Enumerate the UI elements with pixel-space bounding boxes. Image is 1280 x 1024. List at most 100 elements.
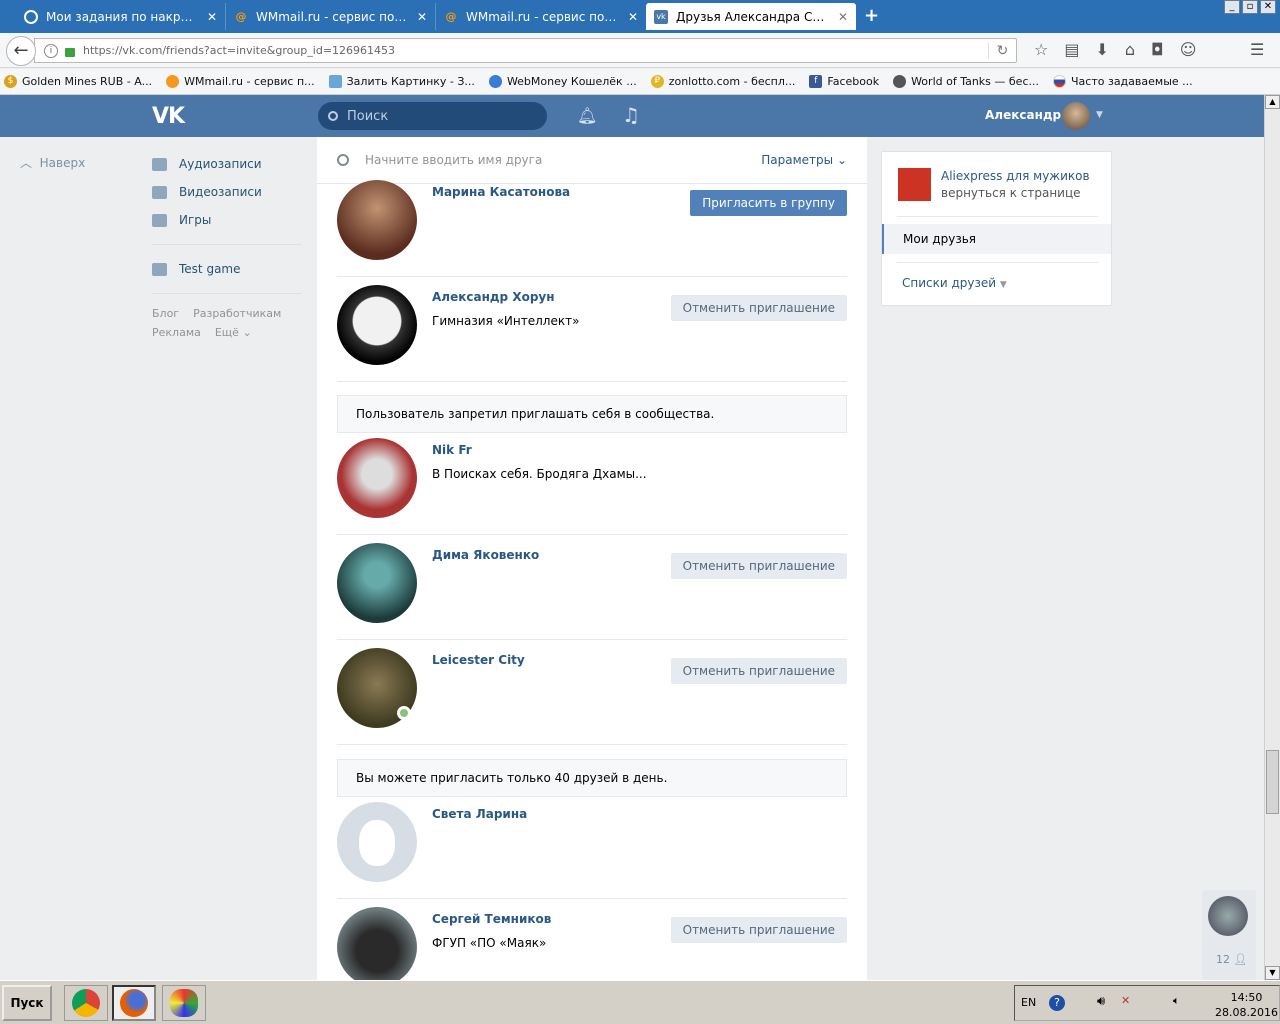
scrollbar-thumb[interactable]	[1266, 750, 1279, 814]
home-icon[interactable]: ⌂	[1125, 40, 1135, 59]
divider	[897, 262, 1098, 263]
close-tab-icon[interactable]: ✕	[838, 10, 848, 24]
chrome-taskbar-app[interactable]	[64, 985, 108, 1021]
menu-item-games[interactable]: Игры	[152, 206, 302, 234]
help-icon[interactable]: ?	[1049, 995, 1065, 1011]
back-button-icon[interactable]: ←	[6, 36, 36, 66]
language-indicator[interactable]: EN	[1021, 996, 1036, 1009]
friend-name[interactable]: Сергей Темников	[432, 912, 551, 926]
avatar[interactable]	[337, 907, 417, 980]
avatar[interactable]	[1208, 896, 1248, 936]
firefox-icon	[120, 989, 148, 1017]
close-tab-icon[interactable]: ✕	[628, 10, 638, 24]
user-name[interactable]: Александр	[985, 108, 1061, 122]
minimize-icon[interactable]: _	[1224, 0, 1240, 14]
avatar[interactable]	[337, 543, 417, 623]
divider	[897, 216, 1098, 217]
chat-widget[interactable]: 12 👤︎	[1202, 890, 1256, 980]
scroll-up-arrow-icon[interactable]: ▲	[1265, 95, 1280, 109]
chevron-down-icon[interactable]: ▼	[1096, 110, 1103, 120]
divider	[152, 293, 302, 294]
footer-link[interactable]: Блог	[152, 307, 179, 320]
info-icon[interactable]: i	[44, 43, 58, 58]
browser-tab[interactable]: @ WMmail.ru - сервис почтовы... ✕	[226, 3, 436, 30]
menu-item-app[interactable]: Test game	[152, 255, 302, 283]
bookmark-item[interactable]: WMmail.ru - сервис п...	[166, 75, 315, 88]
close-window-icon[interactable]: ✕	[1260, 0, 1276, 14]
url-text[interactable]: https://vk.com/friends?act=invite&group_…	[83, 44, 988, 57]
bookmark-item[interactable]: ₽ zonlotto.com - беспл...	[650, 75, 795, 88]
bell-icon[interactable]: 🔔︎	[577, 106, 597, 125]
menu-item-audio[interactable]: Аудиозаписи	[152, 150, 302, 178]
paint-taskbar-app[interactable]	[162, 985, 206, 1021]
avatar[interactable]	[337, 802, 417, 882]
vk-search-input[interactable]: Поиск	[318, 102, 547, 130]
browser-tab[interactable]: @ WMmail.ru - сервис почтовы... ✕	[436, 3, 646, 30]
cancel-invite-button[interactable]: Отменить приглашение	[670, 295, 847, 321]
friend-name[interactable]: Марина Касатонова	[432, 185, 570, 199]
close-tab-icon[interactable]: ✕	[207, 10, 217, 24]
bookmark-item[interactable]: Залить Картинку - З...	[328, 75, 475, 88]
app-icon	[152, 262, 167, 276]
friend-row: Leicester City Отменить приглашение	[337, 640, 847, 745]
bookmark-item[interactable]: Часто задаваемые ...	[1053, 75, 1193, 88]
film-icon	[152, 185, 167, 199]
menu-item-video[interactable]: Видеозаписи	[152, 178, 302, 206]
friend-name[interactable]: Александр Хорун	[432, 290, 555, 304]
firefox-taskbar-app[interactable]	[112, 985, 156, 1021]
friend-name[interactable]: Дима Яковенко	[432, 548, 539, 562]
scroll-up-button[interactable]: ︿ Наверх	[20, 154, 85, 171]
gamepad-icon	[152, 213, 167, 227]
chat-icon[interactable]: ☺	[1180, 40, 1197, 59]
network-icon[interactable]: ✕	[1121, 994, 1130, 1007]
download-icon[interactable]: ⬇	[1095, 40, 1108, 59]
lock-icon	[65, 48, 75, 57]
close-tab-icon[interactable]: ✕	[417, 10, 427, 24]
bookmark-item[interactable]: World of Tanks — бес...	[893, 75, 1039, 88]
bookmark-item[interactable]: f Facebook	[809, 75, 879, 88]
friend-name[interactable]: Leicester City	[432, 653, 525, 667]
cancel-invite-button[interactable]: Отменить приглашение	[670, 658, 847, 684]
page-scrollbar[interactable]: ▲ ▼	[1264, 95, 1280, 980]
group-back-link[interactable]: вернуться к странице	[941, 186, 1081, 200]
clock-date: 28.08.2016	[1215, 1006, 1278, 1019]
tab-my-friends[interactable]: Мои друзья	[882, 224, 1111, 254]
music-icon[interactable]: ♫	[622, 103, 640, 127]
avatar[interactable]	[1062, 102, 1090, 130]
menu-icon[interactable]: ☰	[1250, 40, 1264, 59]
reload-icon[interactable]: ↻	[988, 42, 1016, 59]
clock[interactable]: 14:50 28.08.2016	[1215, 990, 1278, 1020]
vk-logo-icon[interactable]: VK	[152, 104, 185, 129]
scroll-down-arrow-icon[interactable]: ▼	[1265, 966, 1280, 980]
speaker-icon[interactable]: 🔈︎	[1173, 994, 1180, 1008]
avatar[interactable]	[337, 180, 417, 260]
footer-link[interactable]: Ещё	[215, 326, 239, 339]
group-icon[interactable]	[898, 168, 931, 201]
restore-icon[interactable]: ▫	[1242, 0, 1258, 14]
pocket-icon[interactable]: ◘	[1151, 40, 1164, 59]
friend-name[interactable]: Света Ларина	[432, 807, 527, 821]
params-dropdown[interactable]: Параметры ⌄	[761, 153, 847, 167]
friend-lists-dropdown[interactable]: Списки друзей ▼	[902, 276, 1007, 290]
bookmark-item[interactable]: $ Golden Mines RUB - A...	[4, 75, 152, 88]
cancel-invite-button[interactable]: Отменить приглашение	[670, 917, 847, 943]
invite-button[interactable]: Пригласить в группу	[690, 190, 847, 216]
friend-name[interactable]: Nik Fr	[432, 443, 472, 457]
avatar[interactable]	[337, 438, 417, 518]
footer-link[interactable]: Разработчикам	[193, 307, 281, 320]
group-title-link[interactable]: Aliexpress для мужиков	[941, 169, 1090, 183]
address-bar[interactable]: i https://vk.com/friends?act=invite&grou…	[34, 38, 1017, 63]
bookmark-item[interactable]: WebMoney Кошелёк ...	[488, 75, 637, 88]
new-tab-icon[interactable]: +	[864, 5, 879, 26]
footer-link[interactable]: Реклама	[152, 326, 201, 339]
bookmark-star-icon[interactable]: ☆	[1034, 40, 1048, 59]
volume-icon[interactable]: 🔊︎	[1097, 994, 1105, 1009]
start-button[interactable]: Пуск	[2, 985, 52, 1021]
browser-tab[interactable]: Мои задания по накрутке ✕	[16, 3, 226, 30]
reading-list-icon[interactable]: ▤	[1064, 40, 1079, 59]
cancel-invite-button[interactable]: Отменить приглашение	[670, 553, 847, 579]
tab-title: WMmail.ru - сервис почтовы...	[466, 9, 620, 24]
tab-title: Друзья Александра Свибол...	[676, 9, 830, 24]
avatar[interactable]	[337, 285, 417, 365]
browser-tab-active[interactable]: vk Друзья Александра Свибол... ✕	[646, 3, 856, 30]
